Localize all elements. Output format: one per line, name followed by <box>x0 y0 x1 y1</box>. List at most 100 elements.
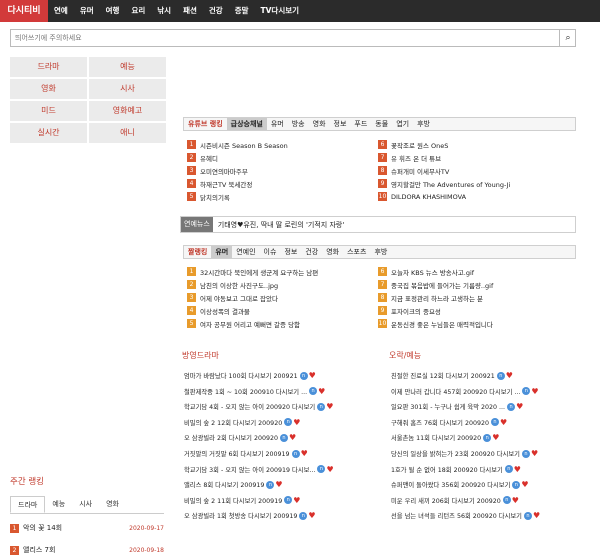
rank-title[interactable]: 오미연의마마주부 <box>200 166 248 176</box>
rank-item[interactable]: 2 유혜디 <box>187 152 218 163</box>
video-list-item[interactable]: 학교기담 4회 - 오지 않는 아이 200920 다시보기 n ♥ <box>184 401 333 412</box>
video-title[interactable]: 구해줘 홈즈 76회 다시보기 200920 <box>391 418 489 427</box>
tab-item[interactable]: 정보 <box>280 246 301 258</box>
tab-item[interactable]: 영화 <box>309 118 330 130</box>
video-title[interactable]: 엄마가 바람났다 100회 다시보기 200921 <box>184 371 298 380</box>
video-list-item[interactable]: 1호가 될 순 없어 18회 200920 다시보기 n ♥ <box>391 464 521 475</box>
rank-item[interactable]: 4 하재근TV 북세간정 <box>187 178 252 189</box>
category-item[interactable]: 드라마 <box>10 57 87 77</box>
rank-item[interactable]: 7 유 휘즈 온 더 튜브 <box>378 152 441 163</box>
category-item[interactable]: 영화 <box>10 79 87 99</box>
nav-item[interactable]: 증말 <box>229 0 255 22</box>
video-list-item[interactable]: 오 삼광빌라 2회 다시보기 200920 n ♥ <box>184 432 296 443</box>
category-item[interactable]: 미드 <box>10 101 87 121</box>
video-list-item[interactable]: 미운 우리 새끼 206회 다시보기 200920 n ♥ <box>391 495 519 506</box>
category-item[interactable]: 예능 <box>89 57 166 77</box>
tab-item[interactable]: 후방 <box>413 118 434 130</box>
rank-item[interactable]: 10 DILDORA KHASHIMOVA <box>378 191 466 202</box>
rank-title[interactable]: 시즌비시즌 Season B Season <box>200 140 288 150</box>
weekly-item-title[interactable]: 앨리스 7회 <box>23 545 129 555</box>
tab-item[interactable]: 연예인 <box>232 246 259 258</box>
video-title[interactable]: 미운 우리 새끼 206회 다시보기 200920 <box>391 496 501 505</box>
video-list-item[interactable]: 오 삼광빌라 1회 첫방송 다시보기 200919 n ♥ <box>184 510 316 521</box>
tab-item[interactable]: 유튜브 랭킹 <box>184 118 227 130</box>
video-list-item[interactable]: 슈퍼맨이 돌아왔다 356회 200920 다시보기 n ♥ <box>391 479 529 490</box>
news-headline[interactable]: 기태영♥유진, 딱내 딸 로린의 '기적지 자랑' <box>213 220 345 230</box>
search-icon[interactable]: ⌕ <box>559 30 576 46</box>
video-title[interactable]: 앨리스 8회 다시보기 200919 <box>184 480 264 489</box>
video-list-item[interactable]: 구해줘 홈즈 76회 다시보기 200920 n ♥ <box>391 417 507 428</box>
tab-item[interactable]: 이슈 <box>260 246 281 258</box>
rank-item[interactable]: 3 어제 야동보고 그대로 잡았다 <box>187 292 278 303</box>
video-title[interactable]: 오 삼광빌라 2회 다시보기 200920 <box>184 433 278 442</box>
rank-item[interactable]: 6 꽃작조로 원스 OneS <box>378 139 448 150</box>
rank-title[interactable]: 유 휘즈 온 더 튜브 <box>391 153 441 163</box>
rank-title[interactable]: 지금 표정관리 하느라 고생하는 분 <box>391 293 483 303</box>
rank-title[interactable]: 하재근TV 북세간정 <box>200 179 252 189</box>
video-list-item[interactable]: 비밀의 숲 2 12회 다시보기 200920 n ♥ <box>184 417 300 428</box>
video-title[interactable]: 이제 만나러 갑니다 457회 200920 다시보기 ... <box>391 387 520 396</box>
rank-title[interactable]: 운동신경 좋은 누님들은 매력적입니다 <box>391 319 493 329</box>
tab-item[interactable]: 엽기 <box>392 118 413 130</box>
video-title[interactable]: 오 삼광빌라 1회 첫방송 다시보기 200919 <box>184 511 297 520</box>
video-title[interactable]: 서울촌놈 11회 다시보기 200920 <box>391 433 481 442</box>
rank-item[interactable]: 1 32시간마다 북인에게 생군계 요구하는 남편 <box>187 266 318 277</box>
category-item[interactable]: 실시간 <box>10 123 87 143</box>
tab-item[interactable]: 스포츠 <box>343 246 370 258</box>
rank-title[interactable]: 오늘자 KBS 뉴스 방송사고.gif <box>391 267 474 277</box>
rank-item[interactable]: 4 이상성폭의 결과물 <box>187 305 250 316</box>
rank-item[interactable]: 6 오늘자 KBS 뉴스 방송사고.gif <box>378 266 474 277</box>
video-title[interactable]: 선을 넘는 녀석들 리턴즈 56회 200920 다시보기 <box>391 511 522 520</box>
rank-item[interactable]: 9 포자이크의 중요성 <box>378 305 441 316</box>
video-title[interactable]: 슈퍼맨이 돌아왔다 356회 200920 다시보기 <box>391 480 510 489</box>
video-list-item[interactable]: 비밀의 숲 2 11회 다시보기 200919 n ♥ <box>184 495 300 506</box>
video-title[interactable]: 거짓말의 거짓말 6회 다시보기 200919 <box>184 449 290 458</box>
nav-item[interactable]: 패션 <box>177 0 203 22</box>
rank-item[interactable]: 1 시즌비시즌 Season B Season <box>187 139 288 150</box>
video-title[interactable]: 1호가 될 순 없어 18회 200920 다시보기 <box>391 465 503 474</box>
rank-item[interactable]: 10 운동신경 좋은 누님들은 매력적입니다 <box>378 318 493 329</box>
tab-item[interactable]: 건강 <box>301 246 322 258</box>
video-list-item[interactable]: 당신의 일상을 밝혀는가 23회 200920 다시보기 n ♥ <box>391 448 538 459</box>
tab-item[interactable]: 유머 <box>211 246 233 258</box>
entertainment-news-ticker[interactable]: 연예뉴스 기태영♥유진, 딱내 딸 로린의 '기적지 자랑' <box>180 216 576 233</box>
category-item[interactable]: 시사 <box>89 79 166 99</box>
tab-item[interactable]: 정보 <box>330 118 351 130</box>
tab-item[interactable]: 급상승채널 <box>226 118 267 130</box>
weekly-tab[interactable]: 영화 <box>99 496 126 513</box>
tab-item[interactable]: 후방 <box>370 246 391 258</box>
video-list-item[interactable]: 친절한 진료실 12회 다시보기 200921 n ♥ <box>391 370 513 381</box>
video-title[interactable]: 철판제작중 1회 ~ 10회 200910 다시보기 ... <box>184 387 307 396</box>
video-list-item[interactable]: 앨리스 8회 다시보기 200919 n ♥ <box>184 479 283 490</box>
video-list-item[interactable]: 선을 넘는 녀석들 리턴즈 56회 200920 다시보기 n ♥ <box>391 510 540 521</box>
tab-item[interactable]: 푸드 <box>350 118 371 130</box>
nav-item[interactable]: 건강 <box>203 0 229 22</box>
video-title[interactable]: 비밀의 숲 2 11회 다시보기 200919 <box>184 496 282 505</box>
site-logo[interactable]: 다시티비 <box>0 0 48 22</box>
tab-item[interactable]: 동물 <box>371 118 392 130</box>
rank-item[interactable]: 5 여자 공무원 어리고 예뻐면 갈증 당함 <box>187 318 300 329</box>
rank-item[interactable]: 3 오미연의마마주부 <box>187 165 248 176</box>
video-list-item[interactable]: 학교기담 3회 - 오지 않는 아이 200919 다시보... n ♥ <box>184 464 334 475</box>
video-list-item[interactable]: 이제 만나러 갑니다 457회 200920 다시보기 ... n ♥ <box>391 386 539 397</box>
weekly-item-title[interactable]: 악의 꽃 14회 <box>23 523 129 533</box>
weekly-tab[interactable]: 시사 <box>72 496 99 513</box>
nav-item[interactable]: 낚시 <box>151 0 177 22</box>
tab-item[interactable]: 방송 <box>288 118 309 130</box>
rank-title[interactable]: 어제 야동보고 그대로 잡았다 <box>200 293 278 303</box>
nav-item[interactable]: 연예 <box>48 0 74 22</box>
nav-item[interactable]: 여행 <box>100 0 126 22</box>
rank-title[interactable]: 포자이크의 중요성 <box>391 306 441 316</box>
rank-title[interactable]: 이상성폭의 결과물 <box>200 306 250 316</box>
rank-title[interactable]: 꽃작조로 원스 OneS <box>391 140 448 150</box>
tab-item[interactable]: 짤랭킹 <box>184 246 211 258</box>
nav-item[interactable]: TV다시보기 <box>255 0 306 22</box>
nav-item[interactable]: 요리 <box>125 0 151 22</box>
rank-item[interactable]: 7 중국집 볶음밥에 들어가는 기름량..gif <box>378 279 493 290</box>
video-title[interactable]: 친절한 진료실 12회 다시보기 200921 <box>391 371 495 380</box>
video-list-item[interactable]: 서울촌놈 11회 다시보기 200920 n ♥ <box>391 432 499 443</box>
category-item[interactable]: 애니 <box>89 123 166 143</box>
category-item[interactable]: 영화예고 <box>89 101 166 121</box>
rank-item[interactable]: 9 영지할걸만 The Adventures of Young-Ji <box>378 178 510 189</box>
rank-title[interactable]: 슈퍼개미 이세무사TV <box>391 166 449 176</box>
